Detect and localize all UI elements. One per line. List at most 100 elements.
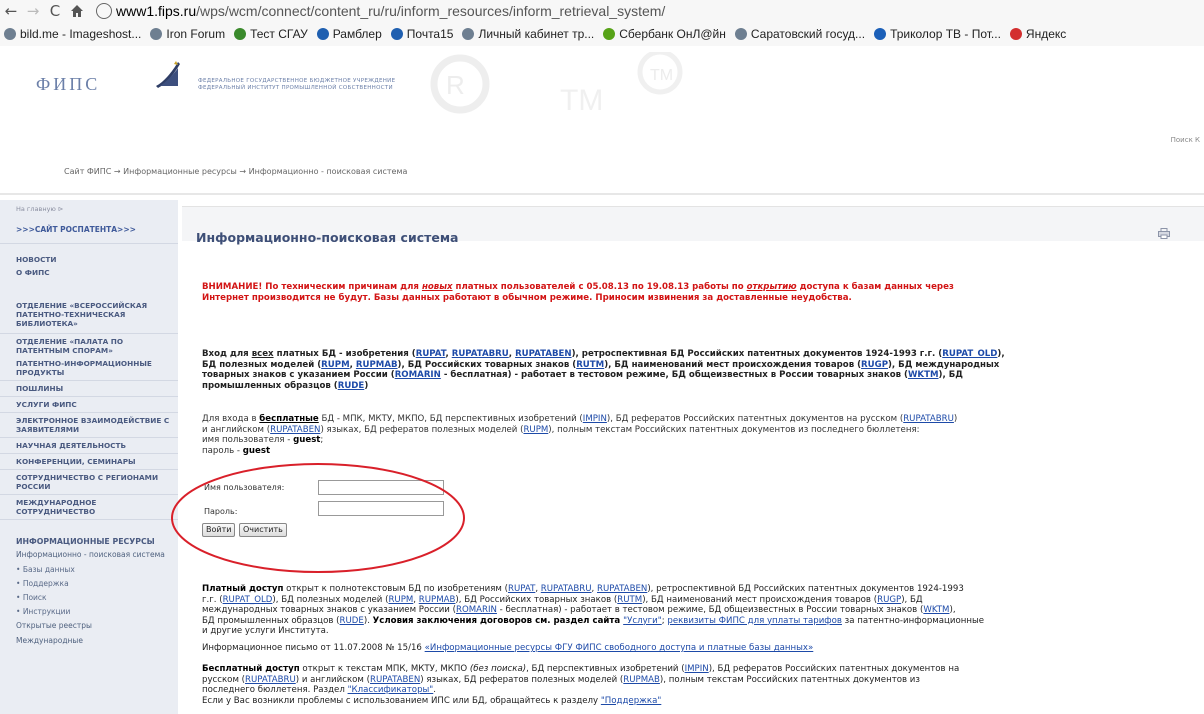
link-services[interactable]: "Услуги" <box>623 616 662 626</box>
text: ) и английском ( <box>295 674 370 685</box>
bookmark-item[interactable]: bild.me - Imageshost... <box>4 27 141 41</box>
info-letter-line: Информационное письмо от 11.07.2008 № 15… <box>202 643 1204 654</box>
link-wktm[interactable]: WKTM <box>908 370 939 380</box>
header-search-link[interactable]: Поиск К <box>1171 136 1200 144</box>
breadcrumb[interactable]: Сайт ФИПС → Информационные ресурсы → Инф… <box>64 167 407 176</box>
link-rupat-old[interactable]: RUPAT_OLD <box>942 349 997 359</box>
link-info-letter[interactable]: «Информационные ресурсы ФГУ ФИПС свободн… <box>425 643 814 653</box>
link-rugp[interactable]: RUGP <box>861 360 888 370</box>
print-icon[interactable] <box>1158 228 1170 239</box>
bookmark-item[interactable]: Тест СГАУ <box>234 27 308 41</box>
sidebar-item-fees[interactable]: ПОШЛИНЫ <box>0 381 178 397</box>
back-icon[interactable]: ← <box>0 1 22 21</box>
link-romarin[interactable]: ROMARIN <box>395 370 441 380</box>
link-rupat[interactable]: RUPAT <box>508 584 535 594</box>
sidebar-bullet-support[interactable]: • Поддержка <box>0 579 178 593</box>
text-bold: Платный доступ <box>202 584 284 594</box>
sidebar-item-about[interactable]: О ФИПС <box>0 267 178 280</box>
bookmark-item[interactable]: Саратовский госуд... <box>734 27 865 41</box>
bookmark-item[interactable]: Яндекс <box>1009 27 1066 41</box>
bookmark-item[interactable]: Рамблер <box>316 27 382 41</box>
sidebar-item-international[interactable]: МЕЖДУНАРОДНОЕ СОТРУДНИЧЕСТВО <box>0 495 178 520</box>
bookmark-item[interactable]: Почта15 <box>390 27 453 41</box>
sidebar-item-news[interactable]: НОВОСТИ <box>0 254 178 267</box>
sidebar-bullet-search[interactable]: • Поиск <box>0 593 178 607</box>
bookmark-item[interactable]: Личный кабинет тр... <box>462 27 594 41</box>
link-rupatabru[interactable]: RUPATABRU <box>452 349 509 359</box>
reload-icon[interactable]: C <box>44 1 66 21</box>
link-impin[interactable]: IMPIN <box>583 414 607 424</box>
text: международных товарных знаков с указание… <box>202 605 456 615</box>
link-impin[interactable]: IMPIN <box>685 664 709 674</box>
link-rupmab[interactable]: RUPMAB <box>356 360 398 370</box>
link-rupm[interactable]: RUPM <box>321 360 349 370</box>
sidebar-item-info-resources[interactable]: ИНФОРМАЦИОННЫЕ РЕСУРСЫ <box>0 537 178 550</box>
text: ). <box>363 615 373 626</box>
sidebar-item-services[interactable]: УСЛУГИ ФИПС <box>0 397 178 413</box>
page-info-icon[interactable] <box>96 3 112 19</box>
text: ), БД международных <box>888 359 1000 370</box>
sidebar-item-science[interactable]: НАУЧНАЯ ДЕЯТЕЛЬНОСТЬ <box>0 438 178 454</box>
sidebar-bullet-label: Поиск <box>22 593 47 602</box>
bookmark-item[interactable]: Сбербанк ОнЛ@йн <box>603 27 726 41</box>
link-rude[interactable]: RUDE <box>340 616 364 626</box>
link-rupataben[interactable]: RUPATABEN <box>370 675 420 685</box>
paragraph-line: Платный доступ открыт к полнотекстовым Б… <box>202 584 964 594</box>
link-rupatabru[interactable]: RUPATABRU <box>541 584 592 594</box>
forward-icon[interactable]: → <box>22 1 44 21</box>
paragraph-line: БД промышленных образцов (RUDE). Условия… <box>202 616 1204 627</box>
sidebar-bullet-instructions[interactable]: • Инструкции <box>0 607 178 621</box>
svg-text:R: R <box>446 70 465 100</box>
sidebar-sub-open-registers[interactable]: Открытые реестры <box>0 621 178 636</box>
home-icon[interactable] <box>66 1 88 21</box>
link-rupatabru[interactable]: RUPATABRU <box>903 414 954 424</box>
text: Информационное письмо от 11.07.2008 № 15… <box>202 643 425 653</box>
link-rupat[interactable]: RUPAT <box>416 349 446 359</box>
link-rupatabru[interactable]: RUPATABRU <box>245 675 296 685</box>
sidebar-sub-active[interactable]: Информационно - поисковая система <box>0 550 176 565</box>
bookmark-item[interactable]: Триколор ТВ - Пот... <box>874 27 1001 41</box>
link-rupm[interactable]: RUPM <box>388 595 413 605</box>
url-field[interactable]: www1.fips.ru/wps/wcm/connect/content_ru/… <box>116 3 665 19</box>
sidebar-item-rospatent[interactable]: >>>САЙТ РОСПАТЕНТА>>> <box>0 220 178 244</box>
sidebar-item-products[interactable]: ПАТЕНТНО-ИНФОРМАЦИОННЫЕ ПРОДУКТЫ <box>0 358 178 381</box>
sidebar-item-chamber[interactable]: ОТДЕЛЕНИЕ «ПАЛАТА ПО ПАТЕНТНЫМ СПОРАМ» <box>0 335 178 358</box>
link-rupataben[interactable]: RUPATABEN <box>270 425 320 435</box>
text: БД промышленных образцов ( <box>202 615 340 626</box>
text: русском ( <box>202 674 246 685</box>
sidebar-item-vptb[interactable]: ОТДЕЛЕНИЕ «ВСЕРОССИЙСКАЯ ПАТЕНТНО-ТЕХНИЧ… <box>0 301 178 334</box>
text: ), БД наименований мест происхождения то… <box>604 359 862 370</box>
sidebar-home-link[interactable]: На главную ⊳ <box>16 205 63 213</box>
link-rupataben[interactable]: RUPATABEN <box>515 349 572 359</box>
link-rude[interactable]: RUDE <box>338 381 365 391</box>
text: Если у Вас возникли проблемы с использов… <box>202 695 601 706</box>
site-logo[interactable]: ФИПС <box>36 74 100 95</box>
text: открыт к полнотекстовым БД по изобретени… <box>283 584 508 594</box>
link-support[interactable]: "Поддержка" <box>601 696 661 706</box>
sidebar-sub-international[interactable]: Международные <box>0 636 178 645</box>
bookmark-favicon-icon <box>603 28 616 40</box>
sidebar-item-conferences[interactable]: КОНФЕРЕНЦИИ, СЕМИНАРЫ <box>0 454 178 470</box>
link-rugp[interactable]: RUGP <box>877 595 901 605</box>
link-requisites[interactable]: реквизиты ФИПС для уплаты тарифов <box>667 616 842 626</box>
browser-chrome: ← → C www1.fips.ru/wps/wcm/connect/conte… <box>0 0 1204 46</box>
bookmark-item[interactable]: Iron Forum <box>150 27 225 41</box>
link-rupmab[interactable]: RUPMAB <box>419 595 456 605</box>
link-rutm[interactable]: RUTM <box>576 360 604 370</box>
text: - бесплатная) - работает в тестовом режи… <box>440 370 908 380</box>
link-romarin[interactable]: ROMARIN <box>456 605 497 615</box>
link-rupmab[interactable]: RUPMAB <box>623 675 660 685</box>
trademark-watermark-decoration: R TM TM <box>430 52 683 117</box>
sidebar-item-regions[interactable]: СОТРУДНИЧЕСТВО С РЕГИОНАМИ РОССИИ <box>0 470 178 495</box>
url-host: www1.fips.ru <box>116 3 197 19</box>
text: ), БД наименований мест происхождения то… <box>642 594 878 605</box>
link-rutm[interactable]: RUTM <box>617 595 642 605</box>
link-rupm[interactable]: RUPM <box>523 425 548 435</box>
sidebar-item-e-interaction[interactable]: ЭЛЕКТРОННОЕ ВЗАИМОДЕЙСТВИЕ С ЗАЯВИТЕЛЯМИ <box>0 413 178 438</box>
link-rupat-old[interactable]: RUPAT_OLD <box>223 595 273 605</box>
text: ), БД Российских товарных знаков ( <box>455 594 618 605</box>
link-rupataben[interactable]: RUPATABEN <box>597 584 647 594</box>
link-classifiers[interactable]: "Классификаторы" <box>348 685 434 695</box>
link-wktm[interactable]: WKTM <box>923 605 949 615</box>
sidebar-bullet-databases[interactable]: • Базы данных <box>0 565 178 579</box>
